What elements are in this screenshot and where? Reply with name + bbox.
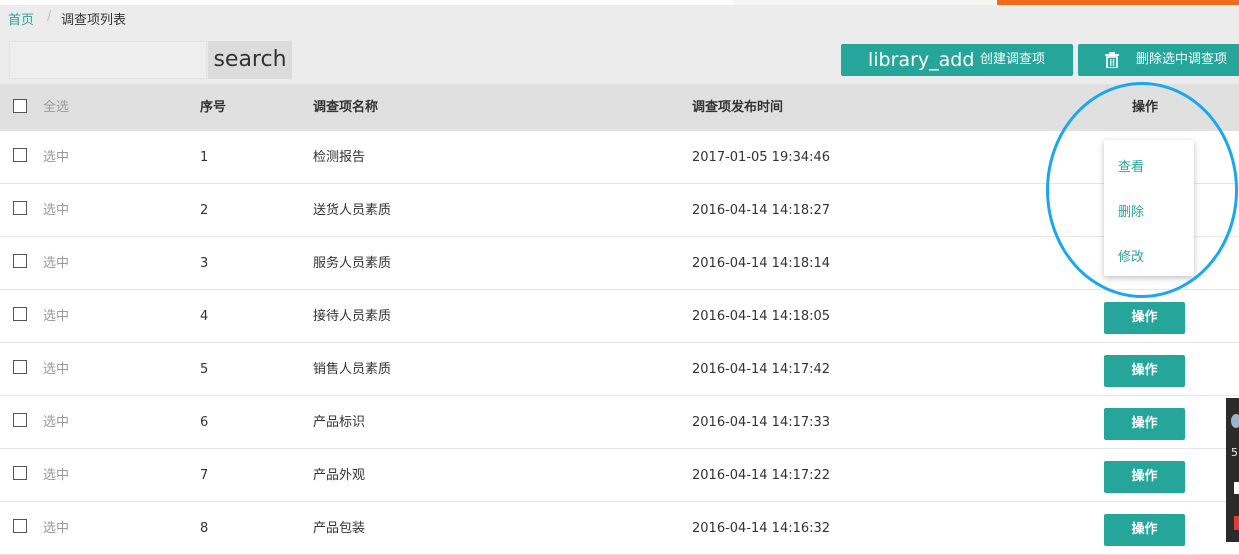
breadcrumb: 首页 / 调查项列表 xyxy=(0,5,1239,36)
header-index: 序号 xyxy=(200,100,227,115)
row-action-button[interactable]: 操作 xyxy=(1104,408,1185,440)
side-widget: 5 xyxy=(1226,398,1239,542)
row-action-button[interactable]: 操作 xyxy=(1104,514,1185,546)
header-time: 调查项发布时间 xyxy=(692,100,784,115)
row-select-label: 选中 xyxy=(43,309,70,324)
create-survey-item-button[interactable]: library_add 创建调查项 xyxy=(841,44,1073,76)
row-select-label: 选中 xyxy=(43,415,70,430)
row-name: 销售人员素质 xyxy=(313,362,392,377)
table-row: 选中 6 产品标识 2016-04-14 14:17:33 操作 xyxy=(0,396,1239,449)
row-index: 3 xyxy=(200,256,209,271)
delete-selected-label: 删除选中调查项 xyxy=(1136,52,1228,67)
row-checkbox[interactable] xyxy=(13,201,27,215)
row-name: 检测报告 xyxy=(313,150,366,165)
row-time: 2017-01-05 19:34:46 xyxy=(692,150,831,165)
row-action-button[interactable]: 操作 xyxy=(1104,461,1185,493)
table-row: 选中 1 检测报告 2017-01-05 19:34:46 xyxy=(0,131,1239,184)
row-name: 接待人员素质 xyxy=(313,309,392,324)
row-time: 2016-04-14 14:17:42 xyxy=(692,362,831,377)
side-white-icon[interactable] xyxy=(1234,482,1239,494)
row-index: 1 xyxy=(200,150,209,165)
row-index: 5 xyxy=(200,362,209,377)
row-time: 2016-04-14 14:18:27 xyxy=(692,203,831,218)
table-row: 选中 2 送货人员素质 2016-04-14 14:18:27 xyxy=(0,184,1239,237)
search-input[interactable] xyxy=(9,41,207,79)
row-checkbox[interactable] xyxy=(13,413,27,427)
row-checkbox[interactable] xyxy=(13,148,27,162)
row-checkbox[interactable] xyxy=(13,466,27,480)
row-select-label: 选中 xyxy=(43,521,70,536)
row-select-label: 选中 xyxy=(43,150,70,165)
side-red-icon[interactable] xyxy=(1234,516,1239,530)
row-index: 7 xyxy=(200,468,209,483)
row-select-label: 选中 xyxy=(43,256,70,271)
menu-item-edit[interactable]: 修改 xyxy=(1118,246,1144,265)
row-checkbox[interactable] xyxy=(13,307,27,321)
row-name: 产品标识 xyxy=(313,415,366,430)
select-all-label: 全选 xyxy=(43,100,70,115)
breadcrumb-home-link[interactable]: 首页 xyxy=(8,9,34,28)
breadcrumb-separator: / xyxy=(47,9,52,24)
table-row: 选中 7 产品外观 2016-04-14 14:17:22 操作 xyxy=(0,449,1239,502)
row-time: 2016-04-14 14:16:32 xyxy=(692,521,831,536)
library-add-icon: library_add xyxy=(868,49,975,71)
row-checkbox[interactable] xyxy=(13,360,27,374)
row-index: 2 xyxy=(200,203,209,218)
side-number: 5 xyxy=(1231,446,1238,459)
row-index: 4 xyxy=(200,309,209,324)
toolbar: search library_add 创建调查项 删除选中调查项 xyxy=(0,36,1239,84)
row-name: 产品包装 xyxy=(313,521,366,536)
row-checkbox[interactable] xyxy=(13,254,27,268)
select-all-checkbox[interactable] xyxy=(13,99,27,113)
row-name: 服务人员素质 xyxy=(313,256,392,271)
header-name: 调查项名称 xyxy=(313,100,379,115)
table-row: 选中 5 销售人员素质 2016-04-14 14:17:42 操作 xyxy=(0,343,1239,396)
row-time: 2016-04-14 14:18:05 xyxy=(692,309,831,324)
row-time: 2016-04-14 14:17:22 xyxy=(692,468,831,483)
row-select-label: 选中 xyxy=(43,468,70,483)
delete-selected-button[interactable]: 删除选中调查项 xyxy=(1078,44,1239,76)
row-select-label: 选中 xyxy=(43,362,70,377)
header-actions: 操作 xyxy=(1132,100,1159,115)
menu-item-view[interactable]: 查看 xyxy=(1118,156,1144,175)
row-name: 送货人员素质 xyxy=(313,203,392,218)
table-row: 选中 8 产品包装 2016-04-14 14:16:32 操作 xyxy=(0,502,1239,555)
trash-icon xyxy=(1105,52,1119,68)
breadcrumb-current: 调查项列表 xyxy=(61,13,127,28)
row-checkbox[interactable] xyxy=(13,519,27,533)
search-button[interactable]: search xyxy=(208,41,292,79)
row-action-button[interactable]: 操作 xyxy=(1104,355,1185,387)
table-header: 全选 序号 调查项名称 调查项发布时间 操作 xyxy=(0,84,1239,131)
row-name: 产品外观 xyxy=(313,468,366,483)
row-index: 8 xyxy=(200,521,209,536)
row-select-label: 选中 xyxy=(43,203,70,218)
create-survey-item-label: 创建调查项 xyxy=(980,52,1046,67)
row-time: 2016-04-14 14:17:33 xyxy=(692,415,831,430)
row-action-button[interactable]: 操作 xyxy=(1104,302,1185,334)
row-index: 6 xyxy=(200,415,209,430)
table-row: 选中 4 接待人员素质 2016-04-14 14:18:05 操作 xyxy=(0,290,1239,343)
row-time: 2016-04-14 14:18:14 xyxy=(692,256,831,271)
table-row: 选中 3 服务人员素质 2016-04-14 14:18:14 xyxy=(0,237,1239,290)
action-dropdown-menu: 查看 删除 修改 xyxy=(1104,140,1194,276)
side-avatar-icon[interactable] xyxy=(1231,414,1239,428)
menu-item-delete[interactable]: 删除 xyxy=(1118,201,1144,220)
